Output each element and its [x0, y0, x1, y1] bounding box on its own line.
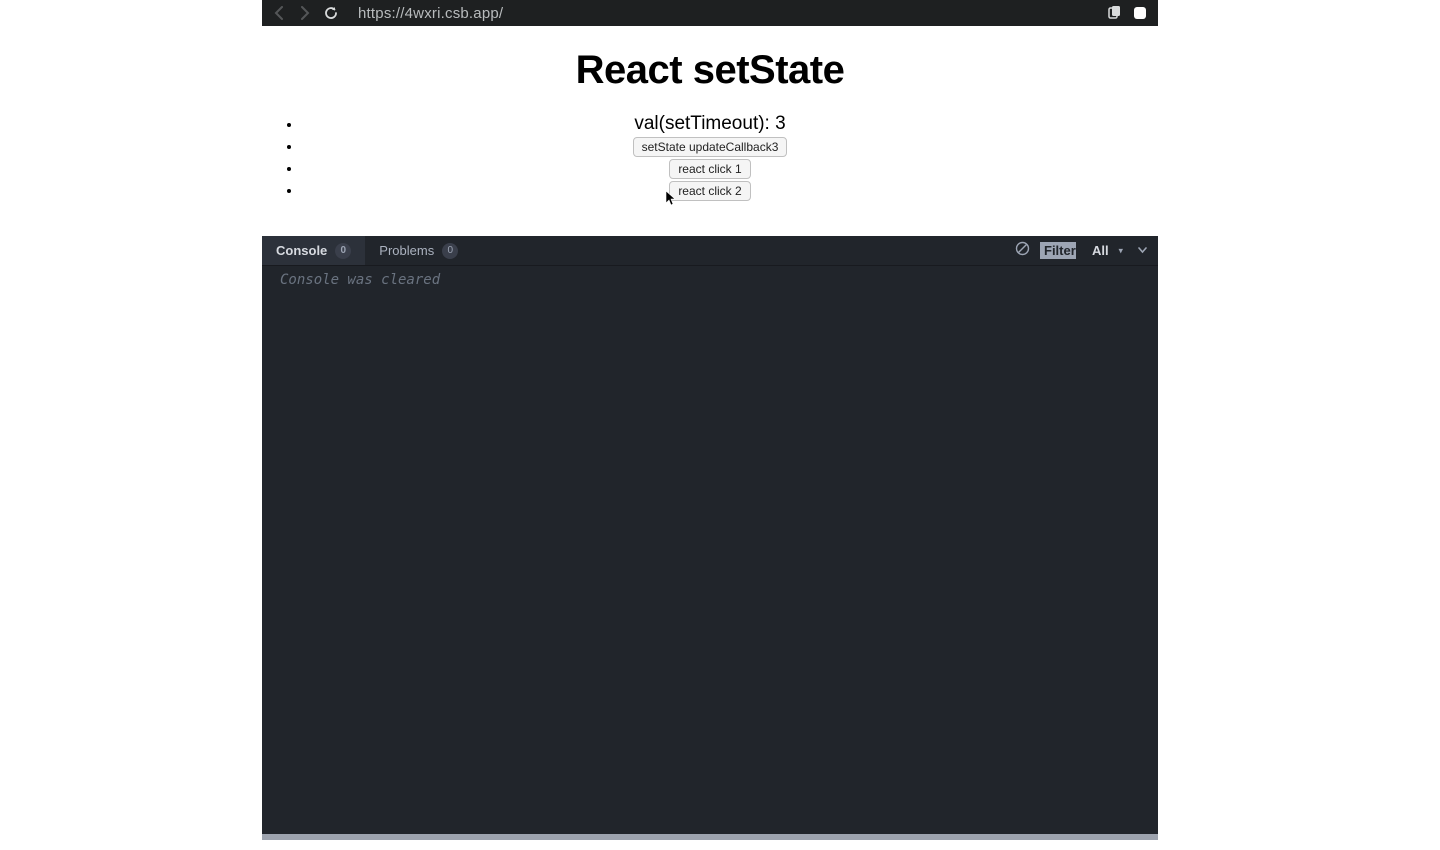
list-item: react click 1 [302, 159, 1158, 179]
copy-icon[interactable] [1104, 3, 1124, 23]
react-click-1-button[interactable]: react click 1 [669, 159, 750, 179]
clear-console-icon[interactable] [1015, 241, 1030, 260]
reload-button[interactable] [322, 4, 340, 22]
list-item: react click 2 [302, 181, 1158, 201]
chevron-down-icon[interactable] [1137, 244, 1148, 258]
devtools-panel: Console 0 Problems 0 Filter All ▾ [262, 236, 1158, 840]
console-message: Console was cleared [280, 272, 1140, 288]
nav-back-button[interactable] [270, 4, 288, 22]
tab-console[interactable]: Console 0 [262, 236, 365, 265]
tab-problems[interactable]: Problems 0 [365, 236, 472, 265]
devtools-tabs: Console 0 Problems 0 Filter All ▾ [262, 236, 1158, 266]
list-item: val(setTimeout): 3 [302, 113, 1158, 135]
toolbar-right [1104, 3, 1150, 23]
setstate-callback-button[interactable]: setState updateCallback3 [633, 137, 788, 157]
tab-problems-label: Problems [379, 243, 434, 258]
app-viewport: https://4wxri.csb.app/ React setState va… [262, 0, 1158, 840]
open-window-icon[interactable] [1130, 3, 1150, 23]
log-level-select[interactable]: All [1086, 241, 1127, 260]
page-title: React setState [262, 48, 1158, 93]
bottom-strip [262, 834, 1158, 840]
react-click-2-button[interactable]: react click 2 [669, 181, 750, 201]
console-count-badge: 0 [335, 243, 351, 259]
console-body: Console was cleared [262, 266, 1158, 840]
problems-count-badge: 0 [442, 243, 458, 259]
nav-forward-button[interactable] [296, 4, 314, 22]
page-content: React setState val(setTimeout): 3 setSta… [262, 26, 1158, 236]
tab-console-label: Console [276, 243, 327, 258]
list-item: setState updateCallback3 [302, 137, 1158, 157]
filter-input[interactable]: Filter [1040, 242, 1076, 259]
url-bar[interactable]: https://4wxri.csb.app/ [348, 2, 1096, 24]
val-text: val(setTimeout): 3 [634, 113, 785, 134]
browser-bar: https://4wxri.csb.app/ [262, 0, 1158, 26]
